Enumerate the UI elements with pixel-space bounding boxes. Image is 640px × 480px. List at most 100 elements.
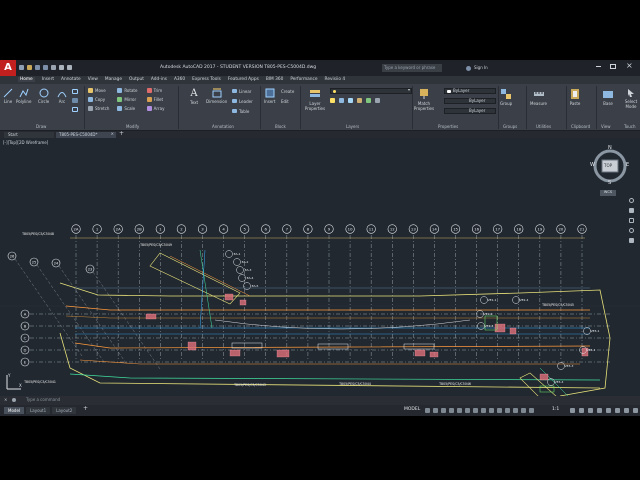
orbit-icon[interactable] bbox=[628, 228, 634, 233]
new-tab-button[interactable]: + bbox=[119, 131, 124, 137]
ortho-toggle-icon[interactable] bbox=[457, 408, 462, 413]
units-icon[interactable] bbox=[588, 408, 593, 413]
fillet-button[interactable]: Fillet bbox=[146, 97, 174, 102]
3d-osnap-toggle-icon[interactable] bbox=[489, 408, 494, 413]
circle-button[interactable]: Circle bbox=[38, 88, 49, 104]
snap-toggle-icon[interactable] bbox=[433, 408, 438, 413]
isodraft-toggle-icon[interactable] bbox=[473, 408, 478, 413]
copy-button[interactable]: Copy bbox=[88, 97, 115, 102]
new-layout-button[interactable]: + bbox=[83, 406, 88, 412]
move-button[interactable]: Move bbox=[88, 88, 115, 93]
ribbon-tab-a360[interactable]: A360 bbox=[174, 77, 185, 82]
showmotion-icon[interactable] bbox=[628, 238, 634, 243]
quick-properties-icon[interactable] bbox=[597, 408, 602, 413]
command-settings-icon[interactable] bbox=[12, 398, 16, 402]
ribbon-tab-featured-apps[interactable]: Featured Apps bbox=[228, 77, 259, 82]
infer-toggle-icon[interactable] bbox=[441, 408, 446, 413]
save-as-icon[interactable] bbox=[43, 65, 48, 70]
signin-button[interactable]: Sign In bbox=[474, 66, 488, 70]
array-button[interactable]: Array bbox=[146, 106, 174, 111]
open-icon[interactable] bbox=[27, 65, 32, 70]
ribbon-tab-manage[interactable]: Manage bbox=[105, 77, 122, 82]
grid-toggle-icon[interactable] bbox=[425, 408, 430, 413]
layout-tab-model[interactable]: Model bbox=[4, 407, 25, 414]
mirror-button[interactable]: Mirror bbox=[117, 97, 144, 102]
leader-button[interactable]: Leader bbox=[232, 99, 253, 104]
edit-block-button[interactable]: Edit bbox=[281, 100, 289, 104]
measure-button[interactable]: Measure bbox=[530, 88, 547, 106]
lock-ui-icon[interactable] bbox=[606, 408, 611, 413]
base-button[interactable]: Base bbox=[602, 88, 614, 106]
insert-button[interactable]: Insert bbox=[264, 88, 275, 104]
lineweight-dropdown[interactable]: ByLayer bbox=[444, 108, 496, 114]
rotate-button[interactable]: Rotate bbox=[117, 88, 144, 93]
view-panel-label[interactable]: View bbox=[601, 124, 611, 129]
layer-properties-button[interactable]: Layer Properties bbox=[302, 88, 328, 111]
layer-off-icon[interactable] bbox=[330, 98, 335, 103]
transparency-toggle-icon[interactable] bbox=[513, 408, 518, 413]
navigation-bar[interactable] bbox=[627, 198, 635, 258]
ribbon-tab-home[interactable]: Home bbox=[18, 77, 35, 82]
save-icon[interactable] bbox=[35, 65, 40, 70]
paste-button[interactable]: Paste bbox=[569, 88, 581, 106]
ribbon-tab-express-tools[interactable]: Express Tools bbox=[192, 77, 221, 82]
region-icon[interactable] bbox=[72, 107, 78, 112]
draw-panel-label[interactable]: Draw bbox=[36, 124, 46, 129]
app-logo[interactable]: A bbox=[0, 60, 16, 76]
wcs-menu[interactable]: WCS bbox=[600, 190, 616, 196]
annotation-panel-label[interactable]: Annotation bbox=[212, 124, 234, 129]
signin-icon[interactable] bbox=[466, 66, 471, 71]
utilities-panel-label[interactable]: Utilities bbox=[536, 124, 551, 129]
plot-icon[interactable] bbox=[51, 65, 56, 70]
groups-panel-label[interactable]: Groups bbox=[503, 124, 517, 129]
osnap-toggle-icon[interactable] bbox=[481, 408, 486, 413]
dimension-button[interactable]: Dimension bbox=[206, 88, 227, 104]
line-button[interactable]: Line bbox=[3, 88, 13, 104]
undo-icon[interactable] bbox=[59, 65, 64, 70]
viewcube-east[interactable]: E bbox=[626, 163, 629, 168]
ribbon-tab-annotate[interactable]: Annotate bbox=[61, 77, 81, 82]
layer-freeze-icon[interactable] bbox=[348, 98, 353, 103]
layer-dropdown[interactable]: ▾ bbox=[330, 88, 412, 94]
layer-isolate-icon[interactable] bbox=[339, 98, 344, 103]
hatch-icon[interactable] bbox=[72, 98, 78, 103]
linetype-dropdown[interactable]: ByLayer bbox=[444, 98, 496, 104]
maximize-button[interactable] bbox=[610, 64, 616, 69]
minimize-button[interactable] bbox=[596, 66, 601, 67]
make-current-icon[interactable] bbox=[366, 98, 371, 103]
workspace-icon[interactable] bbox=[570, 408, 575, 413]
ucs-toggle-icon[interactable] bbox=[529, 408, 534, 413]
pan-icon[interactable] bbox=[628, 208, 634, 213]
layout-tab-layout1[interactable]: Layout1 bbox=[26, 407, 51, 414]
search-input[interactable]: Type a keyword or phrase bbox=[382, 64, 442, 72]
ribbon-tab-performance[interactable]: Performance bbox=[290, 77, 317, 82]
close-button[interactable]: × bbox=[626, 62, 633, 70]
layout-tab-layout2[interactable]: Layout2 bbox=[52, 407, 77, 414]
viewcube-south[interactable]: S bbox=[608, 181, 611, 186]
arc-button[interactable]: Arc bbox=[57, 88, 67, 104]
drawing-viewport[interactable]: [-][Top][2D Wireframe] 2A 1 2A 2B 1 2 3 4 5 6 7 8 9 1… bbox=[0, 138, 640, 396]
create-block-button[interactable]: Create bbox=[281, 90, 294, 94]
command-input[interactable]: Type a command bbox=[26, 398, 586, 404]
viewcube-west[interactable]: W bbox=[590, 163, 595, 168]
new-icon[interactable] bbox=[19, 65, 24, 70]
stretch-button[interactable]: Stretch bbox=[88, 106, 115, 111]
color-dropdown[interactable]: ByLayer bbox=[444, 88, 496, 94]
trim-button[interactable]: Trim bbox=[146, 88, 174, 93]
ribbon-tab-bim-360[interactable]: BIM 360 bbox=[266, 77, 284, 82]
annotation-scale[interactable]: 1:1 bbox=[552, 407, 559, 413]
layer-tools-row[interactable] bbox=[330, 98, 412, 104]
viewcube-top-face[interactable]: TOP bbox=[604, 164, 612, 168]
scale-button[interactable]: Scale bbox=[117, 106, 144, 111]
clipboard-panel-label[interactable]: Clipboard bbox=[571, 124, 590, 129]
touch-panel-label[interactable]: Touch bbox=[624, 124, 635, 129]
dynamic-input-toggle-icon[interactable] bbox=[449, 408, 454, 413]
model-space-button[interactable]: MODEL bbox=[404, 407, 420, 413]
lineweight-toggle-icon[interactable] bbox=[505, 408, 510, 413]
annotation-monitor-icon[interactable] bbox=[579, 408, 584, 413]
match-properties-button[interactable]: Match Properties bbox=[413, 88, 435, 111]
layer-lock-icon[interactable] bbox=[357, 98, 362, 103]
close-icon[interactable]: × bbox=[111, 132, 114, 136]
layers-panel-label[interactable]: Layers bbox=[346, 124, 359, 129]
ribbon-tab-revisiio-4[interactable]: Revisiio 4 bbox=[325, 77, 346, 82]
